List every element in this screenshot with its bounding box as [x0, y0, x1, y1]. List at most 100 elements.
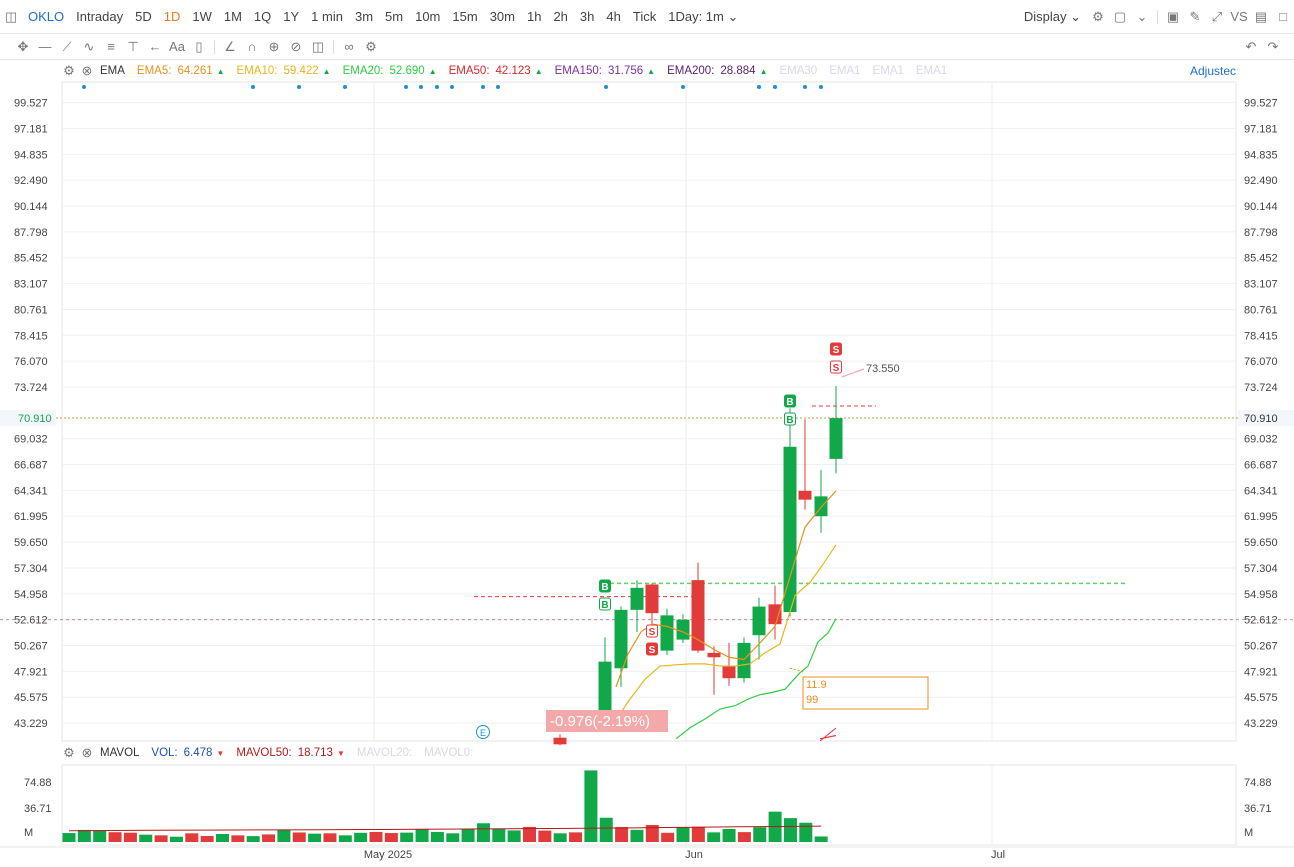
magnet-icon[interactable]: ∩ — [241, 36, 263, 58]
legend-item-hidden[interactable]: EMA1 — [916, 65, 947, 77]
legend-item-hidden[interactable]: MAVOL0: — [424, 747, 473, 759]
settings-icon[interactable]: ⚙ — [1087, 6, 1109, 28]
legend-item-hidden[interactable]: EMA1 — [873, 65, 904, 77]
fullscreen-icon[interactable]: ⤢ — [1206, 6, 1228, 28]
period-tab[interactable]: 1Y — [277, 9, 305, 24]
close-icon[interactable]: ⊗ — [78, 60, 96, 82]
pen-tool-icon[interactable]: ∠ — [219, 36, 241, 58]
display-menu[interactable]: Display ⌄ — [1018, 9, 1087, 25]
legend-item[interactable]: MAVOL50: 18.713 ▼ — [236, 747, 345, 759]
earnings-label: E — [480, 728, 486, 738]
layout-icon[interactable]: ▢ — [1109, 6, 1131, 28]
period-tab[interactable]: Intraday — [70, 9, 129, 24]
period-tab[interactable]: 15m — [446, 9, 483, 24]
volume-tick-right: 36.71 — [1244, 803, 1272, 815]
link-icon[interactable]: ∞ — [338, 36, 360, 58]
period-tab[interactable]: 10m — [409, 9, 446, 24]
candle-body — [630, 587, 644, 610]
price-tick-right: 47.921 — [1244, 666, 1278, 678]
hide-icon[interactable]: ⊘ — [285, 36, 307, 58]
x-axis-label: Jun — [685, 849, 703, 861]
period-tab[interactable]: 2h — [547, 9, 573, 24]
redo-icon[interactable]: ↷ — [1262, 36, 1284, 58]
period-tab[interactable]: 5m — [379, 9, 409, 24]
event-dot — [496, 85, 500, 89]
legend-item[interactable]: VOL: 6.478 ▼ — [151, 747, 224, 759]
pencil-icon[interactable]: ✎ — [1184, 6, 1206, 28]
legend-item[interactable]: EMA5: 64.261 ▲ — [137, 65, 225, 77]
period-tab[interactable]: 30m — [484, 9, 521, 24]
period-tab[interactable]: 1W — [186, 9, 218, 24]
legend-value: 42.123 — [495, 65, 531, 77]
volume-bar — [123, 832, 137, 842]
price-tick-left: 47.921 — [14, 666, 48, 678]
sell-marker-label: S — [649, 627, 656, 638]
event-dot — [819, 85, 823, 89]
move-icon[interactable]: ✥ — [12, 36, 34, 58]
period-tab[interactable]: 3m — [349, 9, 379, 24]
buy-marker: B — [784, 412, 796, 426]
measure-tool-icon[interactable]: ⊤ — [122, 36, 144, 58]
text-tool-icon[interactable]: Aa — [166, 36, 188, 58]
close-icon[interactable]: ⊗ — [78, 742, 96, 764]
volume-bar — [584, 770, 598, 842]
volume-bar — [615, 827, 629, 842]
undo-icon[interactable]: ↶ — [1240, 36, 1262, 58]
period-tab[interactable]: 1M — [218, 9, 248, 24]
price-tick-right: 78.415 — [1244, 330, 1278, 342]
price-tick-right: 76.070 — [1244, 356, 1278, 368]
volume-bar — [139, 834, 153, 842]
candle-body — [783, 446, 797, 613]
price-tick-left: 80.761 — [14, 304, 48, 316]
period-tab[interactable]: 1D — [158, 9, 187, 24]
ticker-symbol[interactable]: OKLO — [22, 9, 70, 24]
period-tab[interactable]: 5D — [129, 9, 158, 24]
candle-body — [829, 418, 843, 459]
period-tab[interactable]: 1Q — [248, 9, 277, 24]
note-tool-icon[interactable]: ▯ — [188, 36, 210, 58]
period-tab[interactable]: 4h — [600, 9, 626, 24]
legend-item[interactable]: EMA200: 28.884 ▲ — [667, 65, 767, 77]
legend-item[interactable]: EMA10: 59.422 ▲ — [237, 65, 331, 77]
window-icon[interactable]: □ — [1272, 6, 1294, 28]
legend-item[interactable]: EMA20: 52.690 ▲ — [343, 65, 437, 77]
volume-tick-right: M — [1244, 827, 1253, 839]
interval-select[interactable]: 1Day: 1m ⌄ — [662, 9, 744, 25]
legend-value: 6.478 — [183, 747, 213, 759]
book-icon[interactable]: ▤ — [1250, 6, 1272, 28]
arrow-tool-icon[interactable]: ← — [144, 36, 166, 58]
period-tab[interactable]: 1h — [521, 9, 547, 24]
legend-value: 31.756 — [607, 65, 644, 77]
price-tick-right: 54.958 — [1244, 589, 1278, 601]
fib-tool-icon[interactable]: ≡ — [100, 36, 122, 58]
legend-item[interactable]: EMA50: 42.123 ▲ — [449, 65, 543, 77]
legend-item-hidden[interactable]: MAVOL20: — [357, 747, 412, 759]
price-tick-right: 59.650 — [1244, 537, 1278, 549]
period-tab[interactable]: 1 min — [305, 9, 349, 24]
legend-item-hidden[interactable]: EMA30 — [779, 65, 817, 77]
settings-icon[interactable]: ⚙ — [360, 36, 382, 58]
chevron-down-icon[interactable]: ⌄ — [1131, 6, 1153, 28]
lock-icon[interactable]: ⊕ — [263, 36, 285, 58]
volume-tick-left: 74.88 — [24, 777, 52, 789]
wave-tool-icon[interactable]: ∿ — [78, 36, 100, 58]
current-price-label-right: 70.910 — [1244, 413, 1278, 425]
legend-item-hidden[interactable]: EMA1 — [829, 65, 860, 77]
line-tool-icon[interactable]: — — [34, 36, 56, 58]
period-tab[interactable]: 3h — [574, 9, 600, 24]
legend-label: VOL: — [151, 747, 178, 759]
legend-item[interactable]: EMA150: 31.756 ▲ — [555, 65, 655, 77]
ema-items: EMA5: 64.261 ▲ EMA10: 59.422 ▲ EMA20: 52.690 ▲ EM… — [137, 65, 959, 77]
adjusted-label[interactable]: Adjustec — [1190, 64, 1236, 78]
sidebar-toggle-icon[interactable]: ◫ — [0, 6, 22, 28]
price-tick-right: 80.761 — [1244, 304, 1278, 316]
compare-icon[interactable]: VS — [1228, 6, 1250, 28]
top-bar: ◫ OKLO Intraday 5D 1D 1W 1M 1Q 1Y 1 min 3m 5m 10m 1… — [0, 0, 1294, 34]
trend-tool-icon[interactable]: ⟋ — [56, 36, 78, 58]
settings-icon[interactable]: ⚙ — [60, 60, 78, 82]
period-tab[interactable]: Tick — [627, 9, 662, 24]
trash-icon[interactable]: ◫ — [307, 36, 329, 58]
settings-icon[interactable]: ⚙ — [60, 742, 78, 764]
price-tick-right: 87.798 — [1244, 227, 1278, 239]
camera-icon[interactable]: ▣ — [1162, 6, 1184, 28]
